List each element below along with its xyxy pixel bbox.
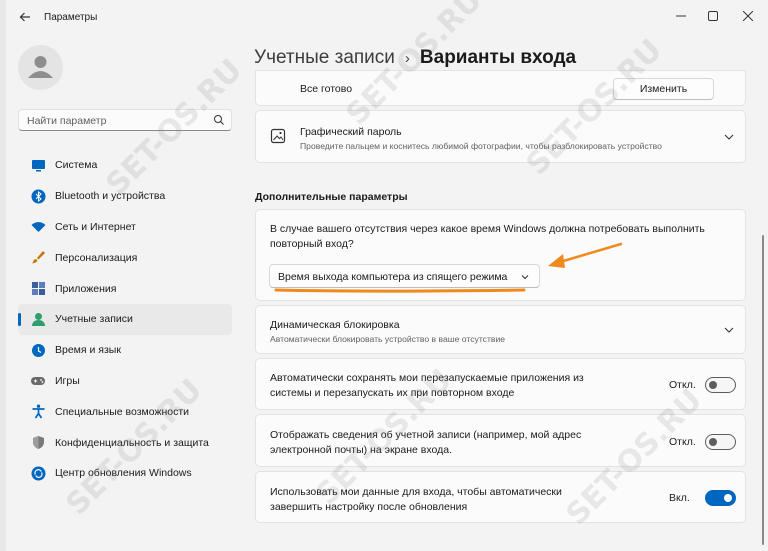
restart-apps-card: Автоматически сохранять мои перезапускае…	[255, 358, 746, 410]
account-details-state: Откл.	[669, 436, 696, 448]
accessibility-icon	[30, 404, 46, 420]
change-button[interactable]: Изменить	[613, 78, 714, 100]
brush-icon	[30, 250, 46, 266]
restart-apps-toggle[interactable]	[705, 377, 736, 393]
account-details-toggle[interactable]	[705, 434, 736, 450]
sidebar-item-network[interactable]: Сеть и Интернет	[18, 212, 232, 243]
sidebar-item-label: Персонализация	[55, 251, 138, 264]
chevron-down-icon	[521, 275, 529, 280]
sidebar-item-windows-update[interactable]: Центр обновления Windows	[18, 458, 232, 489]
dynamic-lock-subtitle: Автоматически блокировать устройство в в…	[270, 334, 506, 344]
monitor-icon	[30, 157, 46, 173]
use-signin-info-label: Использовать мои данные для входа, чтобы…	[270, 486, 562, 513]
sidebar-item-label: Центр обновления Windows	[55, 467, 192, 480]
title-bar: Параметры	[6, 0, 768, 34]
page-title: Варианты входа	[419, 47, 577, 68]
restart-apps-label: Автоматически сохранять мои перезапускае…	[270, 372, 584, 399]
signin-question: В случае вашего отсутствия через какое в…	[270, 223, 705, 250]
app-title: Параметры	[44, 12, 98, 23]
wifi-icon	[30, 219, 46, 235]
breadcrumb-parent[interactable]: Учетные записи	[254, 47, 395, 69]
search-icon[interactable]	[213, 114, 225, 126]
sidebar-item-label: Приложения	[55, 282, 117, 295]
sidebar-item-label: Bluetooth и устройства	[55, 190, 166, 203]
maximize-icon	[708, 11, 718, 21]
dynamic-lock-title: Динамическая блокировка	[270, 319, 400, 331]
chevron-down-icon[interactable]	[723, 324, 735, 336]
sidebar-item-personalization[interactable]: Персонализация	[18, 242, 232, 273]
scrollbar[interactable]	[762, 235, 764, 545]
avatar[interactable]	[18, 45, 63, 90]
use-signin-info-toggle[interactable]	[705, 490, 736, 506]
sidebar-item-time-language[interactable]: Время и язык	[18, 335, 232, 366]
sidebar-item-label: Время и язык	[55, 344, 121, 357]
back-button[interactable]	[14, 6, 36, 28]
sidebar-item-label: Конфиденциальность и защита	[55, 436, 209, 449]
dynamic-lock-card[interactable]: Динамическая блокировка Автоматически бл…	[255, 305, 746, 354]
globe-clock-icon	[30, 342, 46, 358]
minimize-button[interactable]	[666, 4, 696, 28]
sidebar-item-privacy[interactable]: Конфиденциальность и защита	[18, 427, 232, 458]
picture-password-title: Графический пароль	[300, 126, 402, 138]
restart-apps-state: Откл.	[669, 379, 696, 391]
picture-password-card[interactable]: Графический пароль Проведите пальцем и к…	[255, 110, 746, 163]
search-box[interactable]	[18, 109, 232, 131]
account-details-label: Отображать сведения об учетной записи (н…	[270, 429, 582, 456]
signin-timing-dropdown[interactable]: Время выхода компьютера из спящего режим…	[269, 264, 540, 288]
section-title-additional: Дополнительные параметры	[255, 191, 408, 203]
sidebar-item-accessibility[interactable]: Специальные возможности	[18, 396, 232, 427]
sidebar-item-apps[interactable]: Приложения	[18, 273, 232, 304]
use-signin-info-state: Вкл.	[669, 492, 690, 504]
maximize-button[interactable]	[698, 4, 728, 28]
sidebar-item-label: Специальные возможности	[55, 405, 190, 418]
update-icon	[30, 465, 46, 481]
sidebar-nav: Система Bluetooth и устройства Сеть и Ин…	[18, 150, 232, 489]
image-frame-icon	[270, 128, 286, 144]
sidebar-item-system[interactable]: Система	[18, 150, 232, 181]
shield-icon	[30, 435, 46, 451]
use-signin-info-card: Использовать мои данные для входа, чтобы…	[255, 471, 746, 523]
person-icon	[30, 311, 46, 327]
sidebar-item-label: Игры	[55, 374, 80, 387]
user-silhouette-icon	[28, 56, 53, 78]
bluetooth-icon	[30, 188, 46, 204]
close-button[interactable]	[733, 4, 763, 28]
settings-window: Параметры Система Bluetooth и устройства	[6, 0, 768, 551]
sidebar-item-accounts[interactable]: Учетные записи	[18, 303, 232, 335]
gamepad-icon	[30, 373, 46, 389]
breadcrumb-separator: ›	[404, 49, 410, 67]
search-input[interactable]	[27, 113, 207, 128]
dropdown-selected-value: Время выхода компьютера из спящего режим…	[278, 271, 508, 283]
sidebar-item-bluetooth[interactable]: Bluetooth и устройства	[18, 181, 232, 212]
sidebar-item-label: Учетные записи	[55, 313, 133, 326]
arrow-left-icon	[19, 12, 30, 22]
sidebar-item-label: Сеть и Интернет	[55, 220, 136, 233]
sidebar-item-label: Система	[55, 159, 98, 172]
sidebar-item-gaming[interactable]: Игры	[18, 366, 232, 397]
picture-password-subtitle: Проведите пальцем и коснитесь любимой фо…	[300, 141, 662, 151]
chevron-down-icon[interactable]	[723, 131, 735, 143]
ready-card: Все готово Изменить	[255, 70, 746, 106]
close-icon	[743, 11, 753, 21]
account-details-card: Отображать сведения об учетной записи (н…	[255, 414, 746, 467]
minimize-icon	[676, 15, 686, 17]
apps-icon	[30, 281, 46, 297]
breadcrumb: Учетные записи › Варианты входа	[254, 43, 576, 73]
ready-text: Все готово	[300, 83, 353, 95]
